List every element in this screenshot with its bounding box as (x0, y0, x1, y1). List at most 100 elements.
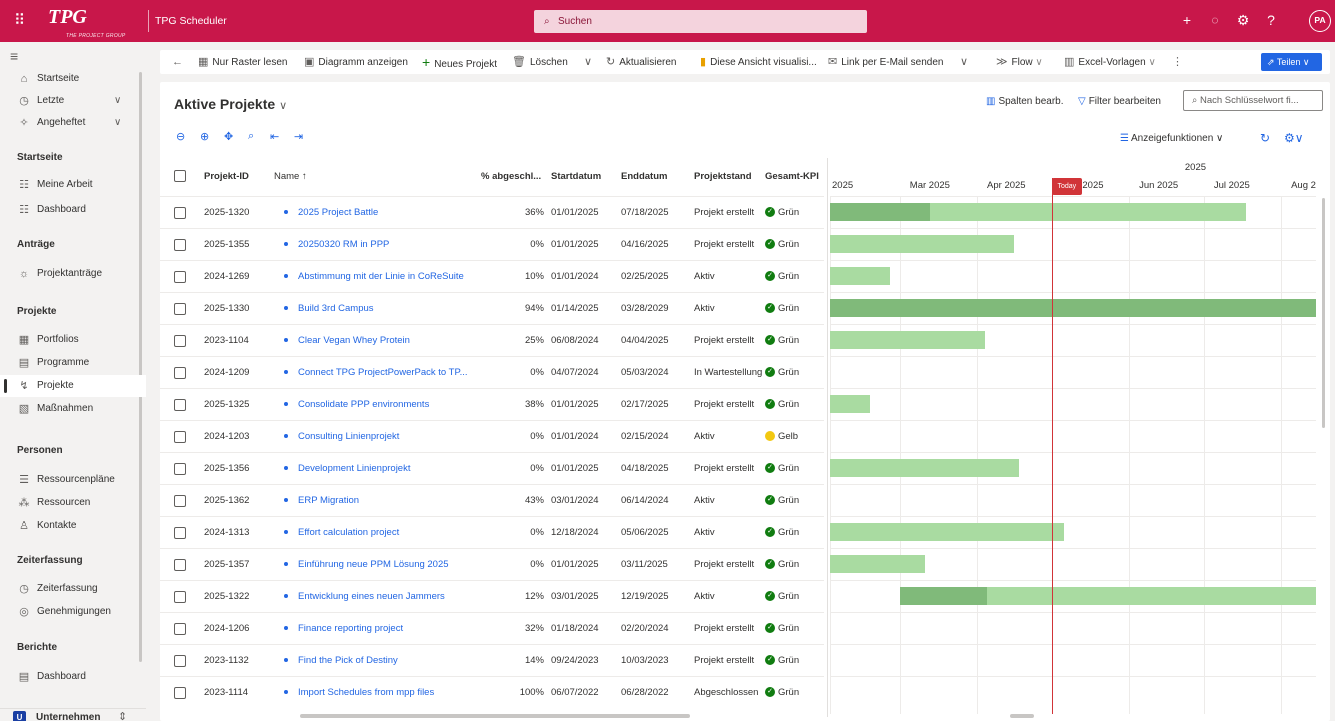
hamburger-icon[interactable]: ≡ (10, 48, 18, 64)
keyword-filter-input[interactable]: ⌕ Nach Schlüsselwort fi... (1183, 90, 1323, 111)
project-name-link[interactable]: Build 3rd Campus (284, 293, 480, 325)
project-name-link[interactable]: 20250320 RM in PPP (284, 229, 480, 261)
row-checkbox[interactable] (174, 367, 186, 379)
sidebar-item-kontakte[interactable]: ♙ Kontakte (0, 515, 146, 537)
table-row[interactable]: 2025-1355 20250320 RM in PPP 0% 01/01/2025 0… (160, 228, 824, 260)
gantt-bar[interactable] (899, 587, 1316, 605)
project-name-link[interactable]: Consulting Linienprojekt (284, 421, 480, 453)
zoom-out-icon[interactable]: ⊖ (176, 130, 185, 143)
row-checkbox[interactable] (174, 335, 186, 347)
sidebar-item-ressourcen[interactable]: ⁂ Ressourcen (0, 492, 146, 514)
gantt-bar[interactable] (830, 299, 1316, 317)
gantt-bar[interactable] (830, 459, 1020, 477)
nur-raster-lesen-command[interactable]: ▦ Nur Raster lesen (198, 50, 287, 74)
table-row[interactable]: 2023-1104 Clear Vegan Whey Protein 25% 06/0… (160, 324, 824, 356)
sidebar-item-startseite[interactable]: ⌂ Startseite (0, 68, 146, 90)
row-checkbox[interactable] (174, 655, 186, 667)
project-name-link[interactable]: Finance reporting project (284, 613, 480, 645)
help-icon[interactable]: ? (1262, 12, 1280, 28)
table-row[interactable]: 2025-1362 ERP Migration 43% 03/01/2024 06/14… (160, 484, 824, 516)
avatar[interactable]: PA (1309, 10, 1331, 32)
sidebar-item-dashboard[interactable]: ▤ Dashboard (0, 666, 146, 688)
diese-ansicht-visualisi-command[interactable]: ▮ Diese Ansicht visualisi... (700, 50, 817, 74)
share-button[interactable]: ⇗ Teilen ∨ (1261, 53, 1322, 71)
col-project-id[interactable]: Projekt-ID (204, 158, 274, 196)
row-checkbox[interactable] (174, 591, 186, 603)
select-all-checkbox[interactable] (174, 170, 186, 182)
neues-projekt-command[interactable]: + Neues Projekt (422, 50, 497, 74)
project-name-link[interactable]: Entwicklung eines neuen Jammers (284, 581, 480, 613)
col-status[interactable]: Projektstand (694, 158, 764, 196)
switch-icon[interactable]: ⇕ (118, 710, 127, 721)
diagramm-anzeigen-command[interactable]: ▣ Diagramm anzeigen (304, 50, 408, 74)
project-name-link[interactable]: ERP Migration (284, 485, 480, 517)
project-name-link[interactable]: Effort calculation project (284, 517, 480, 549)
refresh-icon[interactable]: ↻ (1260, 131, 1270, 145)
row-checkbox[interactable] (174, 431, 186, 443)
table-row[interactable]: 2025-1357 Einführung neue PPM Lösung 2025… (160, 548, 824, 580)
gantt-bar[interactable] (830, 203, 1247, 221)
row-checkbox[interactable] (174, 687, 186, 699)
project-name-link[interactable]: Connect TPG ProjectPowerPack to TP... (284, 357, 480, 389)
chevron-down-icon[interactable]: ∨ (114, 112, 121, 134)
edit-filters-button[interactable]: ▽ Filter bearbeiten (1078, 96, 1161, 107)
link-per-e-mail-senden-command[interactable]: ✉ Link per E-Mail senden (828, 50, 944, 74)
table-row[interactable]: 2025-1325 Consolidate PPP environments 38%… (160, 388, 824, 420)
sidebar-item-maßnahmen[interactable]: ▧ Maßnahmen (0, 398, 146, 420)
back-command[interactable]: ← (172, 50, 187, 74)
row-checkbox[interactable] (174, 303, 186, 315)
table-row[interactable]: 2023-1114 Import Schedules from mpp files… (160, 676, 824, 708)
search-input[interactable]: ⌕ Suchen (534, 10, 867, 33)
go-start-icon[interactable]: ⇤ (270, 130, 279, 143)
col-end[interactable]: Enddatum (621, 158, 691, 196)
more-command[interactable]: ⋮ (1172, 50, 1187, 74)
gear-icon[interactable]: ⚙ (1234, 12, 1252, 28)
row-checkbox[interactable] (174, 239, 186, 251)
row-checkbox[interactable] (174, 559, 186, 571)
gantt-bar[interactable] (830, 331, 985, 349)
row-checkbox[interactable] (174, 527, 186, 539)
table-row[interactable]: 2024-1209 Connect TPG ProjectPowerPack to… (160, 356, 824, 388)
tpg-logo[interactable]: TPG THE PROJECT GROUP (48, 7, 136, 39)
sidebar-item-ressourcenpläne[interactable]: ☰ Ressourcenpläne (0, 469, 146, 491)
settings-icon[interactable]: ⚙∨ (1284, 131, 1304, 145)
chevron-down-command[interactable]: ∨ (584, 50, 596, 74)
table-row[interactable]: 2024-1203 Consulting Linienprojekt 0% 01/01… (160, 420, 824, 452)
sidebar-item-angeheftet[interactable]: ✧ Angeheftet ∨ (0, 112, 146, 134)
table-row[interactable]: 2025-1320 2025 Project Battle 36% 01/01/202… (160, 196, 824, 228)
view-selector[interactable]: Aktive Projekte ∨ (174, 96, 287, 112)
project-name-link[interactable]: Einführung neue PPM Lösung 2025 (284, 549, 480, 581)
project-name-link[interactable]: Clear Vegan Whey Protein (284, 325, 480, 357)
go-end-icon[interactable]: ⇥ (294, 130, 303, 143)
sidebar-item-letzte[interactable]: ◷ Letzte ∨ (0, 90, 146, 112)
table-row[interactable]: 2025-1330 Build 3rd Campus 94% 01/14/2025 03… (160, 292, 824, 324)
sidebar-item-zeiterfassung[interactable]: ◷ Zeiterfassung (0, 578, 146, 600)
sidebar-item-projekte[interactable]: ↯ Projekte (0, 375, 146, 397)
row-checkbox[interactable] (174, 495, 186, 507)
gantt-bar[interactable] (830, 395, 870, 413)
table-row[interactable]: 2025-1322 Entwicklung eines neuen Jammers… (160, 580, 824, 612)
project-name-link[interactable]: Consolidate PPP environments (284, 389, 480, 421)
project-name-link[interactable]: Import Schedules from mpp files (284, 677, 480, 709)
table-row[interactable]: 2024-1313 Effort calculation project 0% 12/… (160, 516, 824, 548)
gantt-bar[interactable] (830, 523, 1065, 541)
col-pct[interactable]: % abgeschl... (481, 158, 547, 196)
sidebar-item-meine-arbeit[interactable]: ☷ Meine Arbeit (0, 174, 146, 196)
gantt-bar[interactable] (830, 555, 925, 573)
table-row[interactable]: 2025-1356 Development Linienprojekt 0% 01/0… (160, 452, 824, 484)
excel-vorlagen-command[interactable]: ▥ Excel-Vorlagen ∨ (1064, 50, 1156, 74)
row-checkbox[interactable] (174, 623, 186, 635)
project-name-link[interactable]: Development Linienprojekt (284, 453, 480, 485)
löschen-command[interactable]: 🗑 Löschen (512, 50, 568, 74)
sidebar-item-portfolios[interactable]: ▦ Portfolios (0, 329, 146, 351)
waffle-icon[interactable]: ⠿ (14, 13, 25, 28)
gantt-bar[interactable] (830, 235, 1015, 253)
project-name-link[interactable]: Abstimmung mit der Linie in CoReSuite (284, 261, 480, 293)
sidebar-item-projektanträge[interactable]: ☼ Projektanträge (0, 263, 146, 285)
col-kpi[interactable]: Gesamt-KPI (765, 158, 825, 196)
zoom-in-icon[interactable]: ⊕ (200, 130, 209, 143)
aktualisieren-command[interactable]: ↻ Aktualisieren (606, 50, 676, 74)
sidebar-item-programme[interactable]: ▤ Programme (0, 352, 146, 374)
app-name[interactable]: TPG Scheduler (148, 10, 227, 32)
bell-icon[interactable]: ◌ (1206, 12, 1224, 28)
